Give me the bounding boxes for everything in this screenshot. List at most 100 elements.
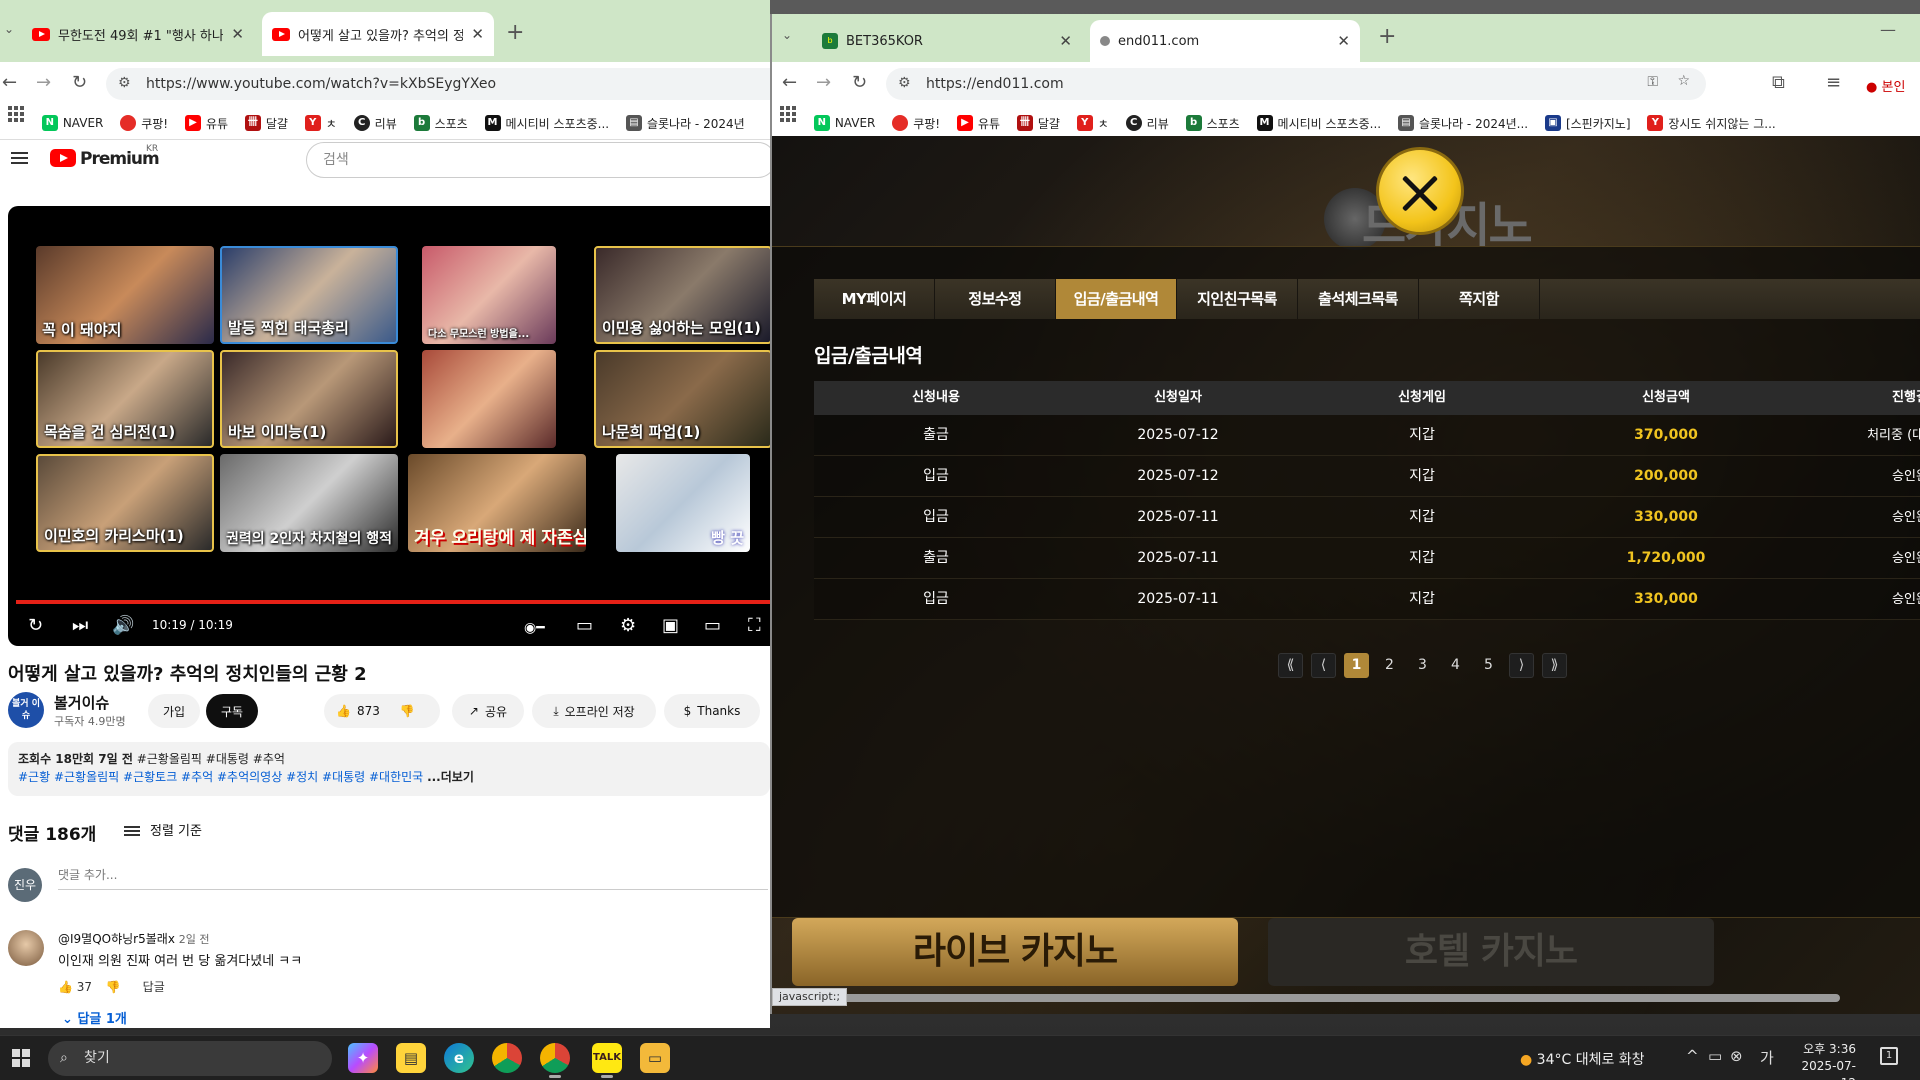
end-screen-video[interactable]: 겨우 오리탕에 제 자존심을 팔.. — [408, 454, 586, 552]
thanks-button[interactable]: $ Thanks — [664, 694, 760, 728]
menu-icon[interactable] — [11, 152, 28, 154]
horizontal-scrollbar[interactable] — [840, 994, 1840, 1002]
next-page-button[interactable]: ⟩ — [1509, 653, 1534, 678]
bookmark-youtube[interactable]: ▶ 유튜 — [184, 106, 228, 139]
end-screen-video[interactable]: 꼭 이 돼야지 — [36, 246, 214, 344]
channel-avatar[interactable]: 볼거 이슈 — [8, 692, 44, 728]
comment-input[interactable]: 댓글 추가... — [58, 866, 768, 890]
kakaotalk-icon[interactable]: TALK — [592, 1043, 622, 1078]
end-screen-video[interactable]: 바보 이미능(1) — [220, 350, 398, 448]
bookmark-non-stop[interactable]: Y 장시도 쉬지않는 그... — [1647, 106, 1776, 139]
bookmark-coupang[interactable]: 쿠팡! — [120, 106, 168, 139]
page-3-button[interactable]: 3 — [1410, 653, 1435, 678]
windows-start-icon[interactable] — [12, 1049, 30, 1067]
end-screen-video[interactable]: 발등 찍힌 태국총리 — [220, 246, 398, 344]
close-modal-button[interactable] — [1376, 147, 1464, 235]
bookmark-youtube[interactable]: ▶ 유튜 — [956, 106, 1000, 139]
bookmark-spin-casino[interactable]: ▣ [스핀카지노] — [1544, 106, 1631, 139]
tab-bet365[interactable]: b BET365KOR ✕ — [812, 20, 1082, 62]
page-2-button[interactable]: 2 — [1377, 653, 1402, 678]
notification-icon[interactable]: 1 — [1880, 1047, 1898, 1065]
forward-icon[interactable]: → — [36, 72, 51, 93]
bookmark-y[interactable]: Yㅊ — [304, 106, 337, 139]
page-4-button[interactable]: 4 — [1443, 653, 1468, 678]
end-screen-video[interactable] — [422, 350, 556, 448]
key-icon[interactable]: ⚿ — [1647, 74, 1658, 90]
system-clock[interactable]: 오후 3:362025-07-12 — [1792, 1041, 1856, 1080]
subtitles-icon[interactable]: ▭ — [576, 615, 593, 636]
ime-icon[interactable]: 가 — [1760, 1047, 1774, 1068]
hashtags[interactable]: #근황 #근황올림픽 #근황토크 #추억 #추억의영상 #정치 #대통령 #대한… — [18, 770, 423, 784]
media-icon[interactable]: ≡ — [1826, 72, 1841, 93]
autoplay-toggle[interactable]: ◉━ — [524, 620, 545, 636]
reload-icon[interactable]: ↻ — [72, 72, 87, 93]
sort-icon[interactable] — [124, 826, 140, 828]
bookmark-messi[interactable]: M 메시티비 스포츠중... — [484, 106, 609, 139]
minimize-icon[interactable]: — — [1880, 20, 1896, 39]
reply-button[interactable]: 답글 — [143, 980, 165, 994]
comment-author[interactable]: @I9멸QO햐닝r5볼래x 2일 전 — [58, 930, 210, 947]
chrome-running-icon[interactable] — [540, 1043, 570, 1078]
commenter-avatar[interactable] — [8, 930, 44, 966]
tab-end011[interactable]: end011.com ✕ — [1090, 20, 1360, 62]
offline-save-button[interactable]: ⤓ 오프라인 저장 — [532, 694, 656, 728]
edge-icon[interactable]: e — [444, 1043, 474, 1073]
tab-muhan[interactable]: 무한도전 49회 #1 "행사 하나다 ✕ — [22, 12, 254, 56]
video-player[interactable]: 꼭 이 돼야지 발등 찍힌 태국총리 다소 무모스런 방법을... 이민용 싫어… — [8, 206, 770, 646]
bookmark-egg[interactable]: 卌 달걀 — [1016, 106, 1060, 139]
apps-icon[interactable] — [780, 106, 796, 122]
star-icon[interactable]: ☆ — [1677, 73, 1690, 89]
replay-icon[interactable]: ↻ — [28, 615, 43, 636]
copilot-icon[interactable]: ✦ — [348, 1043, 378, 1073]
settings-icon[interactable]: ⚙ — [620, 615, 636, 636]
page-1-button[interactable]: 1 — [1344, 653, 1369, 678]
end-screen-video[interactable]: 이민용 싫어하는 모임(1) — [594, 246, 770, 344]
channel-name[interactable]: 볼거이슈 — [54, 692, 109, 713]
end-screen-video[interactable]: 권력의 2인자 차지철의 행적 — [220, 454, 398, 552]
progress-bar[interactable] — [16, 600, 770, 604]
join-button[interactable]: 가입 — [148, 694, 200, 728]
sort-button[interactable]: 정렬 기준 — [150, 820, 202, 839]
bookmark-coupang[interactable]: 쿠팡! — [892, 106, 940, 139]
last-page-button[interactable]: ⟫ — [1542, 653, 1567, 678]
volume-icon[interactable]: 🔊 — [112, 615, 134, 636]
like-count[interactable]: 873 — [357, 704, 380, 718]
weather-widget[interactable]: ● 34°C 대체로 화창 — [1520, 1049, 1645, 1069]
miniplayer-icon[interactable]: ▣ — [662, 615, 679, 636]
address-bar[interactable]: ⚙ https://www.youtube.com/watch?v=kXbSEy… — [106, 68, 770, 100]
back-icon[interactable]: ← — [782, 72, 797, 93]
tab-mypage[interactable]: MY페이지 — [814, 279, 934, 319]
extensions-icon[interactable]: ⧉ — [1772, 72, 1785, 93]
end-screen-video[interactable]: 빵 끗 — [616, 454, 750, 552]
first-page-button[interactable]: ⟪ — [1278, 653, 1303, 678]
live-casino-button[interactable]: 라이브 카지노 — [792, 918, 1238, 986]
dislike-icon[interactable]: 👎 — [106, 980, 121, 994]
bookmark-review[interactable]: C 리뷰 — [353, 106, 397, 139]
fullscreen-icon[interactable]: ⛶ — [748, 615, 761, 636]
subscribe-button[interactable]: 구독 — [206, 694, 258, 728]
bookmark-naver[interactable]: N NAVER — [813, 106, 875, 139]
bookmark-naver[interactable]: N NAVER — [41, 106, 103, 139]
like-icon[interactable]: 👍 — [58, 980, 73, 994]
prev-page-button[interactable]: ⟨ — [1311, 653, 1336, 678]
site-info-icon[interactable]: ⚙ — [898, 75, 911, 91]
end-screen-video[interactable]: 다소 무모스런 방법을... — [422, 246, 556, 344]
theater-icon[interactable]: ▭ — [704, 615, 721, 636]
hotel-casino-button[interactable]: 호텔 카지노 — [1268, 918, 1714, 986]
close-icon[interactable]: ✕ — [1337, 32, 1350, 50]
chevron-down-icon[interactable]: ⌄ — [4, 22, 14, 36]
file-explorer-icon[interactable]: ▭ — [640, 1043, 670, 1073]
back-icon[interactable]: ← — [2, 72, 17, 93]
youtube-logo-icon[interactable] — [50, 149, 76, 167]
bookmark-review[interactable]: C 리뷰 — [1125, 106, 1169, 139]
like-icon[interactable]: 👍 — [336, 704, 351, 718]
close-icon[interactable]: ✕ — [1059, 32, 1072, 50]
tab-deposit-withdraw[interactable]: 입금/출금내역 — [1056, 279, 1176, 319]
close-icon[interactable]: ✕ — [471, 25, 484, 43]
chevron-up-icon[interactable]: ^ — [1686, 1047, 1699, 1065]
reload-icon[interactable]: ↻ — [852, 72, 867, 93]
chevron-down-icon[interactable]: ⌄ — [782, 28, 792, 42]
bookmark-sports[interactable]: b 스포츠 — [1185, 106, 1240, 139]
bookmark-egg[interactable]: 卌 달걀 — [244, 106, 288, 139]
network-icon[interactable]: ▭ — [1708, 1047, 1722, 1065]
